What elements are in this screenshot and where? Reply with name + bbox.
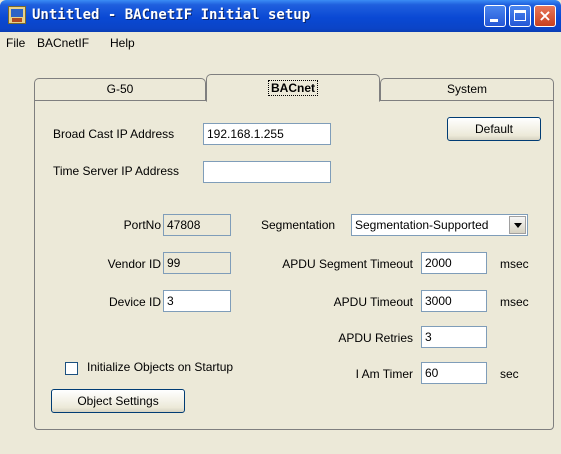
device-id-field[interactable]: 3 xyxy=(163,290,231,312)
close-icon: × xyxy=(538,6,552,25)
init-objects-checkbox[interactable] xyxy=(65,362,78,375)
device-id-label: Device ID xyxy=(108,295,161,309)
menu-bar: File BACnetIF Help xyxy=(0,32,561,54)
title-bar[interactable]: Untitled - BACnetIF Initial setup × xyxy=(0,0,561,32)
tab-system[interactable]: System xyxy=(380,78,554,100)
apdu-segment-timeout-field[interactable]: 2000 xyxy=(421,252,487,274)
app-window: Untitled - BACnetIF Initial setup × File… xyxy=(0,0,561,454)
minimize-button[interactable] xyxy=(484,5,506,27)
port-label: PortNo xyxy=(123,218,161,232)
iam-timer-unit: sec xyxy=(500,367,519,381)
maximize-button[interactable] xyxy=(509,5,531,27)
iam-timer-label: I Am Timer xyxy=(355,367,413,381)
apdu-timeout-field[interactable]: 3000 xyxy=(421,290,487,312)
init-objects-label[interactable]: Initialize Objects on Startup xyxy=(87,360,233,374)
broadcast-ip-field[interactable]: 192.168.1.255 xyxy=(203,123,331,145)
client-area: G-50 System BACnet Broad Cast IP Address… xyxy=(0,54,561,454)
segmentation-label: Segmentation xyxy=(261,218,336,232)
port-field: 47808 xyxy=(163,214,231,236)
tab-g50[interactable]: G-50 xyxy=(34,78,206,100)
time-server-ip-field[interactable] xyxy=(203,161,331,183)
segmentation-selected-value: Segmentation-Supported xyxy=(355,218,489,232)
apdu-timeout-unit: msec xyxy=(500,295,529,309)
menu-help[interactable]: Help xyxy=(110,36,135,50)
broadcast-ip-label: Broad Cast IP Address xyxy=(53,127,175,141)
chevron-down-icon[interactable] xyxy=(509,216,526,234)
segmentation-select[interactable]: Segmentation-Supported xyxy=(351,214,528,236)
default-button[interactable]: Default xyxy=(447,117,541,141)
menu-file[interactable]: File xyxy=(6,36,25,50)
apdu-segment-timeout-label: APDU Segment Timeout xyxy=(282,257,413,271)
maximize-icon xyxy=(514,10,526,21)
computer-icon[interactable] xyxy=(8,6,26,24)
apdu-retries-label: APDU Retries xyxy=(338,331,413,345)
bacnet-tab-panel: Broad Cast IP Address 192.168.1.255 Defa… xyxy=(34,100,554,430)
vendor-id-field: 99 xyxy=(163,252,231,274)
close-button[interactable]: × xyxy=(534,5,556,27)
menu-bacnetif[interactable]: BACnetIF xyxy=(37,36,89,50)
tab-bacnet-label: BACnet xyxy=(268,80,318,96)
object-settings-button[interactable]: Object Settings xyxy=(51,389,185,413)
apdu-timeout-label: APDU Timeout xyxy=(333,295,413,309)
vendor-id-label: Vendor ID xyxy=(107,257,161,271)
minimize-icon xyxy=(490,19,498,22)
window-title: Untitled - BACnetIF Initial setup xyxy=(32,7,311,23)
tab-bacnet[interactable]: BACnet xyxy=(206,74,380,102)
apdu-segment-timeout-unit: msec xyxy=(500,257,529,271)
iam-timer-field[interactable]: 60 xyxy=(421,362,487,384)
apdu-retries-field[interactable]: 3 xyxy=(421,326,487,348)
time-server-ip-label: Time Server IP Address xyxy=(53,164,180,178)
